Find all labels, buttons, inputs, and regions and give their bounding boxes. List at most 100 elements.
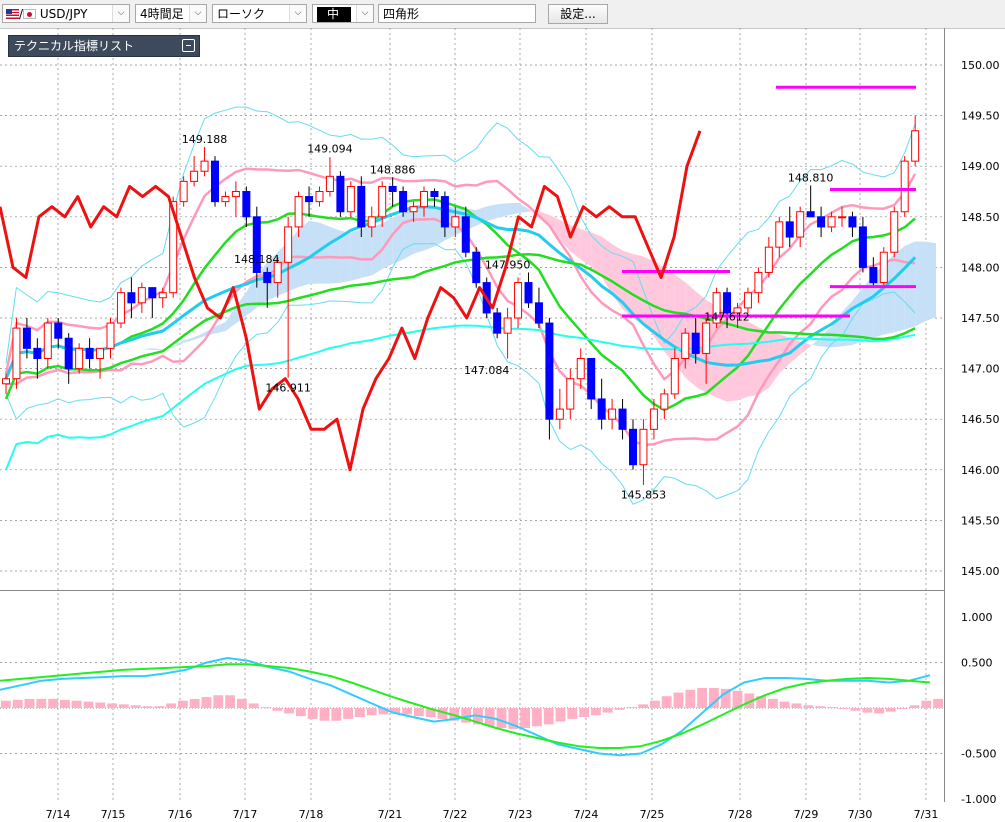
cloud-segment [925, 241, 937, 322]
candle-body [231, 191, 240, 198]
date-tick-label: 7/15 [101, 808, 126, 821]
macd-tick-label: -1.000 [961, 793, 996, 806]
cloud-segment [215, 321, 226, 334]
candle-body [12, 327, 21, 380]
macd-histogram-bar [225, 695, 235, 708]
candle-body [22, 327, 31, 349]
candle-body [336, 175, 345, 213]
price-tick-label: 150.00 [961, 59, 1000, 72]
candle-body [451, 216, 460, 228]
candle-body [242, 191, 251, 218]
candle-body [461, 216, 470, 253]
macd-histogram-bar [71, 700, 82, 708]
candle-body [96, 347, 105, 359]
axis-labels: 145.00 145.50 146.00 146.50 147.00 147.50 148.… [46, 59, 1000, 821]
macd-tick-label: -0.500 [961, 748, 996, 761]
grid [0, 28, 945, 802]
candle-body [294, 196, 303, 228]
macd-histogram-bar [402, 708, 412, 715]
candle-body [85, 347, 94, 359]
candle-body [838, 216, 846, 219]
candle-body [106, 322, 115, 349]
macd-histogram-bar [142, 706, 153, 708]
cloud-segment [319, 222, 330, 284]
macd-histogram-bar [272, 708, 283, 711]
cloud-segment [862, 274, 874, 342]
candle-body [764, 246, 773, 273]
macd-histogram-bar [496, 708, 507, 729]
candle-body [576, 357, 585, 380]
candle-body [420, 191, 428, 208]
candle-body [817, 216, 826, 228]
candle-body [190, 170, 199, 182]
date-tick-label: 7/16 [168, 808, 193, 821]
macd-histogram-bar [626, 707, 637, 709]
candle-body [284, 226, 293, 263]
macd-histogram-bar [331, 708, 342, 721]
candle-body [681, 332, 690, 359]
candle-body [315, 191, 324, 203]
macd-histogram-bar [189, 698, 200, 708]
indicator-list-title: テクニカル指標リスト [14, 39, 135, 53]
cloud-segment [141, 348, 153, 351]
candle-body [33, 347, 42, 359]
cloud-segment [120, 345, 132, 350]
macd-histogram-bar [579, 708, 589, 718]
annotation-label: 145.853 [621, 489, 667, 502]
candle-body [158, 292, 167, 299]
macd-histogram-bar [779, 701, 790, 708]
technical-indicator-list[interactable]: テクニカル指標リスト [8, 35, 200, 57]
forex-chart[interactable]: 149.188 149.094 148.886 148.184 146.911 147.9… [0, 0, 1005, 822]
candle-body [514, 282, 523, 319]
candle-body [430, 191, 439, 198]
candle-body [472, 251, 481, 284]
macd-histogram-bar [850, 708, 861, 711]
candle-body [75, 347, 84, 370]
price-tick-label: 148.00 [961, 261, 1000, 274]
candle-body [137, 287, 146, 304]
price-tick-label: 147.50 [961, 312, 1000, 325]
candle-body [660, 393, 669, 410]
macd-histogram-bar [130, 705, 141, 708]
cloud-segment [194, 332, 205, 340]
cloud-segment [152, 348, 163, 351]
macd-histogram-bar [661, 696, 672, 708]
macd-histogram-bar [602, 708, 613, 713]
date-tick-label: 7/28 [728, 808, 753, 821]
macd-histogram-bar [650, 700, 660, 708]
price-tick-label: 146.50 [961, 413, 1000, 426]
cloud-segment [413, 207, 424, 254]
date-tick-label: 7/24 [574, 808, 599, 821]
date-tick-label: 7/18 [299, 808, 324, 821]
macd-histogram-bar [921, 700, 932, 708]
candle-body [64, 337, 73, 370]
price-tick-label: 146.00 [961, 464, 1000, 477]
macd-histogram-bar [83, 701, 94, 708]
macd-histogram-bar [909, 705, 920, 708]
collapse-icon[interactable] [182, 39, 195, 52]
candle-body [670, 357, 679, 395]
annotation-label: 148.886 [370, 164, 416, 177]
candle-body [858, 226, 867, 268]
cloud-segment [403, 207, 414, 260]
candle-body [367, 216, 376, 228]
candles[interactable] [2, 115, 920, 485]
macd-histogram-bar [543, 708, 554, 725]
candle-body [503, 317, 512, 334]
candle-body [54, 322, 63, 339]
cloud-segment [580, 228, 592, 267]
candle-body [127, 292, 136, 304]
candle-body [775, 221, 784, 248]
date-tick-label: 7/17 [233, 808, 258, 821]
cloud-segment [350, 229, 362, 281]
candle-body [785, 221, 794, 238]
macd-histogram-bar [815, 706, 825, 708]
macd-histogram-bar [119, 704, 129, 708]
macd-histogram-bar [414, 708, 424, 717]
candle-body [608, 408, 617, 420]
macd-histogram-bar [827, 707, 837, 709]
cloud-segment [497, 203, 508, 218]
indicator-lines [4, 106, 917, 505]
macd-histogram-bar [154, 706, 165, 708]
macd-histogram-bar [768, 698, 778, 708]
